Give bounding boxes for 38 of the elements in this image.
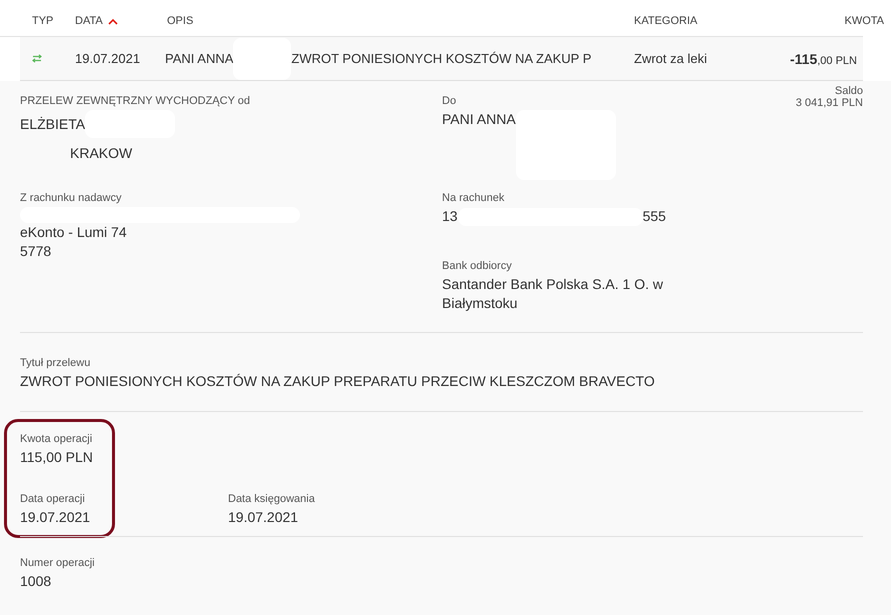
- field-label: Do: [442, 95, 456, 107]
- balance-value: 3 041,91 PLN: [796, 97, 863, 109]
- field-label: Kwota operacji: [20, 433, 92, 445]
- amount-cell: -115,00 PLN: [790, 50, 857, 66]
- sort-up-icon: [108, 18, 118, 25]
- field-value: eKonto - Lumi 74: [20, 223, 127, 242]
- column-header[interactable]: KATEGORIA: [634, 15, 798, 36]
- date-cell-text: 19.07.2021: [75, 51, 142, 66]
- field-label: Numer operacji: [20, 557, 95, 569]
- field-value: ELŻBIETA: [20, 114, 86, 134]
- field-label: Data księgowania: [228, 493, 315, 505]
- field-value: 1008: [20, 572, 52, 591]
- description-cell: ZWROT PONIESIONYCH KOSZTÓW NA ZAKUP P: [291, 51, 592, 66]
- field-label: Bank odbiorcy: [442, 260, 512, 272]
- recipient-cell: PANI ANNA: [165, 51, 234, 66]
- account-number-end: 555: [642, 207, 666, 226]
- account-number-start: 13: [442, 207, 458, 226]
- column-header[interactable]: DATA: [75, 15, 167, 36]
- field-label: Z rachunku nadawcy: [20, 192, 122, 204]
- field-value: Santander Bank Polska S.A. 1 O. w Białymstoku: [442, 275, 664, 313]
- field-value: KRAKOW: [70, 144, 132, 163]
- field-value: 115,00 PLN: [20, 448, 93, 467]
- field-value: 5778: [20, 242, 52, 261]
- column-header[interactable]: TYP: [32, 15, 75, 36]
- column-header[interactable]: OPIS: [167, 15, 634, 36]
- field-label: Data operacji: [20, 493, 85, 505]
- field-value: 19.07.2021: [228, 508, 298, 527]
- field-label: PRZELEW ZEWNĘTRZNY WYCHODZĄCY od: [20, 95, 250, 107]
- transaction-row[interactable]: 19.07.2021 PANI ANNA ZWROT PONIESIONYCH KOSZTÓW NA ZAKUP P Zwrot za leki -115,00 PLN: [20, 37, 863, 81]
- field-value: 19.07.2021: [20, 508, 90, 527]
- balance-label: Saldo: [834, 85, 863, 97]
- field-label: Na rachunek: [442, 192, 504, 204]
- column-header[interactable]: KWOTA: [844, 15, 884, 36]
- field-value: PANI ANNA: [442, 110, 516, 129]
- field-label: Tytuł przelewu: [20, 357, 90, 369]
- category-cell-text: Zwrot za leki: [634, 51, 708, 66]
- field-value: ZWROT PONIESIONYCH KOSZTÓW NA ZAKUP PREPARATU PRZECIW KLESZCZOM BRAVECTO: [20, 372, 655, 391]
- transfer-arrows-icon: [32, 54, 42, 63]
